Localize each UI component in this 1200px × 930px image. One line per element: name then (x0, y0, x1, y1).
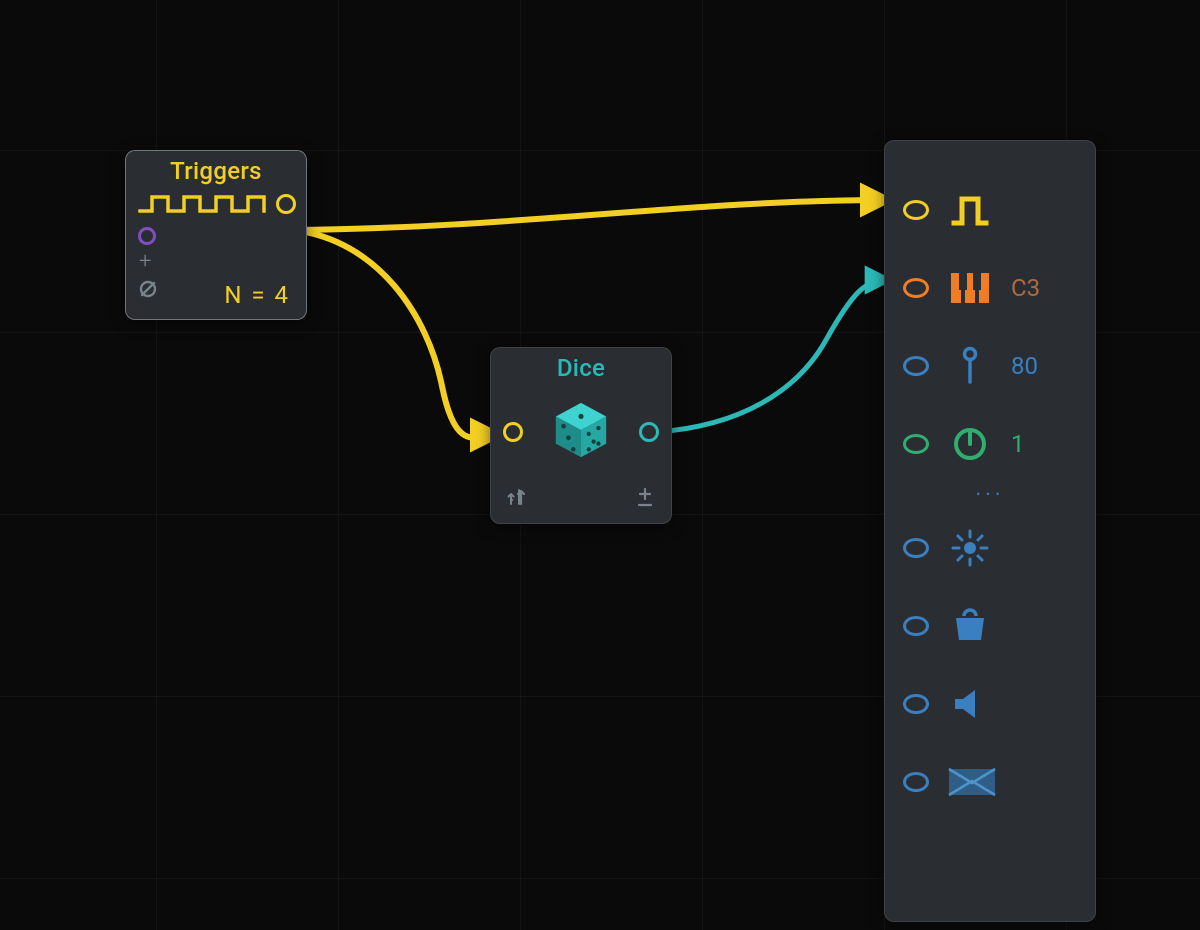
envelope-icon (947, 767, 997, 797)
sort-icon[interactable] (507, 486, 529, 508)
pitch-value: C3 (1011, 274, 1077, 302)
knob-icon (947, 425, 993, 463)
more-rows-indicator[interactable]: ··· (885, 483, 1095, 509)
velocity-value: 80 (1011, 352, 1077, 380)
triggers-title: Triggers (126, 151, 306, 185)
plus-minus-icon[interactable] (635, 486, 655, 508)
volume-input-port[interactable] (903, 694, 929, 714)
gate-icon (947, 193, 993, 227)
sun-icon (947, 529, 993, 567)
length-input-port[interactable] (903, 434, 929, 454)
brightness-input-port[interactable] (903, 538, 929, 558)
output-row-length[interactable]: 1 (885, 405, 1095, 483)
triggers-n-value[interactable]: N = 4 (224, 281, 290, 309)
output-row-crossfade[interactable] (885, 743, 1095, 821)
dice-icon (550, 399, 612, 465)
pin-icon (947, 346, 993, 386)
dice-input-port[interactable] (503, 422, 523, 442)
weight-input-port[interactable] (903, 616, 929, 636)
output-row-brightness[interactable] (885, 509, 1095, 587)
triggers-node[interactable]: Triggers + N = 4 (125, 150, 307, 320)
output-row-pitch[interactable]: C3 (885, 249, 1095, 327)
crossfade-input-port[interactable] (903, 772, 929, 792)
dice-node[interactable]: Dice (490, 347, 672, 524)
length-value: 1 (1011, 430, 1077, 458)
dice-output-port[interactable] (639, 422, 659, 442)
pulse-train-icon (138, 193, 268, 215)
velocity-input-port[interactable] (903, 356, 929, 376)
output-row-gate[interactable] (885, 171, 1095, 249)
output-row-velocity[interactable]: 80 (885, 327, 1095, 405)
plus-icon[interactable]: + (138, 255, 306, 269)
output-node[interactable]: C3 80 1 ··· (884, 140, 1096, 922)
pitch-input-port[interactable] (903, 278, 929, 298)
gate-input-port[interactable] (903, 200, 929, 220)
dice-title: Dice (491, 348, 671, 382)
triggers-input-port-mute[interactable] (138, 227, 156, 245)
piano-keys-icon (947, 271, 993, 305)
triggers-output-port[interactable] (276, 194, 296, 214)
output-row-weight[interactable] (885, 587, 1095, 665)
output-row-volume[interactable] (885, 665, 1095, 743)
bag-icon (947, 608, 993, 644)
speaker-icon (947, 687, 993, 721)
